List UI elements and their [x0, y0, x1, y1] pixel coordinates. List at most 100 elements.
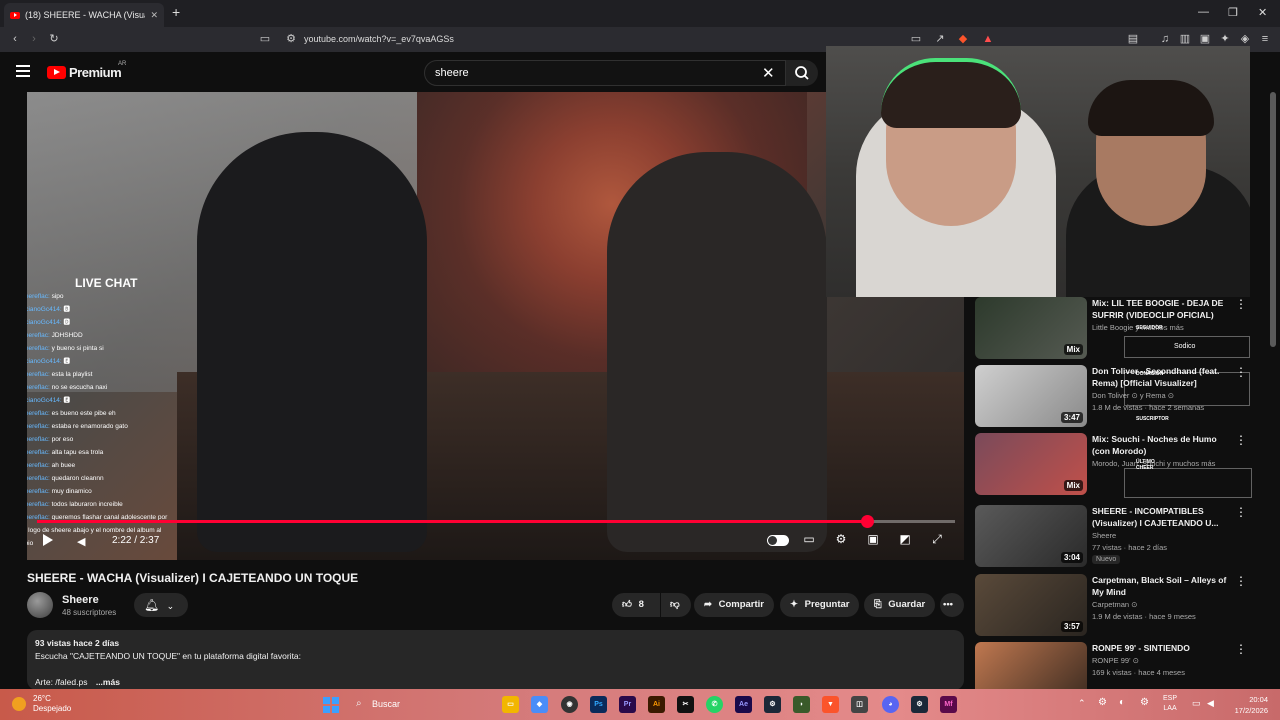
more-options-icon[interactable]: ⋮: [1235, 574, 1247, 588]
whatsapp-icon[interactable]: ✆: [706, 696, 723, 713]
hamburger-menu-icon[interactable]: [16, 65, 30, 77]
page-scrollbar[interactable]: [1270, 92, 1276, 347]
more-options-icon[interactable]: ⋮: [1235, 297, 1247, 311]
cast-icon[interactable]: ▭: [908, 31, 924, 47]
channel-name[interactable]: Sheere: [62, 594, 99, 606]
steam-icon[interactable]: ⚙: [911, 696, 928, 713]
progress-bar[interactable]: [37, 515, 955, 528]
more-options-icon[interactable]: ⋮: [1235, 642, 1247, 656]
illustrator-icon[interactable]: Ai: [648, 696, 665, 713]
reload-icon[interactable]: ↻: [46, 31, 62, 47]
recommendation-thumbnail[interactable]: 3:47: [975, 365, 1087, 427]
fullscreen-icon[interactable]: ⤢: [928, 532, 946, 548]
capcut-icon[interactable]: ✂: [677, 696, 694, 713]
tab-close-icon[interactable]: ✕: [150, 10, 158, 21]
bookmark-icon[interactable]: ▭: [257, 31, 273, 47]
search-input[interactable]: sheere: [424, 60, 786, 86]
browser-tab[interactable]: (18) SHEERE - WACHA (Visualize ✕: [4, 3, 164, 27]
recommendation-channel[interactable]: Carpetman ⊙: [1092, 600, 1257, 609]
sidebar-toggle-icon[interactable]: ▥: [1177, 31, 1193, 47]
video-player[interactable]: LIVE CHAT sheereflac: sipoLucianoGc414: …: [27, 92, 964, 560]
window-close-button[interactable]: ✕: [1258, 6, 1267, 19]
recommendation-channel[interactable]: Morodo, Juan, Souchi y muchos más: [1092, 459, 1257, 468]
vpn-icon[interactable]: ◈: [1237, 31, 1253, 47]
play-icon[interactable]: [43, 534, 53, 546]
recommendation-title[interactable]: Mix: Souchi - Noches de Humo (con Morodo…: [1092, 433, 1232, 457]
channel-avatar[interactable]: [27, 592, 53, 618]
more-options-icon[interactable]: ⋮: [1235, 505, 1247, 519]
recommendation-thumbnail[interactable]: 3:04: [975, 505, 1087, 567]
like-button[interactable]: 👍︎ 8: [612, 593, 660, 617]
steam-icon[interactable]: ⚙: [764, 696, 781, 713]
more-options-icon[interactable]: ⋮: [1235, 433, 1247, 447]
new-tab-button[interactable]: +: [172, 4, 180, 20]
share-button[interactable]: ➦ Compartir: [694, 593, 775, 617]
recommendation-title[interactable]: RONPE 99' - SINTIENDO: [1092, 642, 1232, 654]
volume-icon[interactable]: ◀: [77, 535, 89, 548]
tray-app-icon[interactable]: ◐: [1119, 697, 1125, 708]
description-box[interactable]: 93 vistas hace 2 días Escucha "CAJETEAND…: [27, 630, 964, 690]
save-button[interactable]: ⎘ Guardar: [864, 593, 936, 617]
minimize-button[interactable]: —: [1198, 6, 1209, 18]
copilot-icon[interactable]: ◆: [531, 696, 548, 713]
app-icon[interactable]: ◫: [851, 696, 868, 713]
recommendation-item[interactable]: 3:57 Carpetman, Black Soil – Alleys of My…: [975, 574, 1265, 644]
premiere-icon[interactable]: Pr: [619, 696, 636, 713]
clear-search-icon[interactable]: ✕: [762, 64, 775, 82]
restore-button[interactable]: ❐: [1228, 6, 1238, 19]
subtitles-icon[interactable]: ▭: [800, 532, 818, 548]
progress-scrubber[interactable]: [860, 515, 874, 528]
tray-chevron-icon[interactable]: ⌃: [1078, 698, 1086, 709]
recommendation-title[interactable]: Mix: LIL TEE BOOGIE - DEJA DE SUFRIR (VI…: [1092, 297, 1232, 321]
chrome-icon[interactable]: ◉: [561, 696, 578, 713]
clock[interactable]: 20:04 17/2/2026: [1218, 694, 1268, 716]
recommendation-thumbnail[interactable]: Mix: [975, 433, 1087, 495]
app-icon[interactable]: ◗: [793, 696, 810, 713]
recommendation-item[interactable]: 3:04 SHEERE - INCOMPATIBLES (Visualizer) …: [975, 505, 1265, 575]
autoplay-toggle[interactable]: [767, 535, 789, 546]
site-info-icon[interactable]: ⚙: [283, 31, 299, 47]
recommendation-title[interactable]: SHEERE - INCOMPATIBLES (Visualizer) I CA…: [1092, 505, 1232, 529]
search-button[interactable]: [786, 60, 818, 86]
after-effects-icon[interactable]: Ae: [735, 696, 752, 713]
recommendation-channel[interactable]: RONPE 99' ⊙: [1092, 656, 1257, 665]
ask-button[interactable]: ✦ Preguntar: [780, 593, 860, 617]
volume-tray-icon[interactable]: ◀: [1207, 698, 1214, 709]
photoshop-icon[interactable]: Ps: [590, 696, 607, 713]
dislike-button[interactable]: 👎︎: [661, 593, 691, 617]
more-actions-button[interactable]: •••: [940, 593, 964, 617]
tray-app-icon[interactable]: ⚙: [1140, 697, 1149, 708]
settings-icon[interactable]: ⚙: [832, 532, 850, 548]
reader-icon[interactable]: ▤: [1125, 31, 1141, 47]
brave-shield-icon[interactable]: ◆: [955, 31, 971, 47]
windows-start-icon[interactable]: [323, 697, 339, 713]
recommendation-channel[interactable]: Little Boogie y muchos más: [1092, 323, 1257, 332]
recommendation-item[interactable]: RONPE 99' - SINTIENDO RONPE 99' ⊙ 169 k vi…: [975, 642, 1265, 689]
notification-bell-button[interactable]: 🔔︎ ⌄: [134, 593, 188, 617]
weather-widget[interactable]: 26°C Despejado: [33, 694, 71, 714]
brave-rewards-icon[interactable]: ▲: [980, 31, 996, 47]
miniplayer-icon[interactable]: ▣: [864, 532, 882, 548]
file-explorer-icon[interactable]: ▭: [502, 696, 519, 713]
network-icon[interactable]: ▭: [1192, 698, 1201, 709]
forward-icon[interactable]: ›: [26, 31, 42, 47]
wallet-icon[interactable]: ▣: [1197, 31, 1213, 47]
recommendation-thumbnail[interactable]: 3:57: [975, 574, 1087, 636]
recommendation-title[interactable]: Carpetman, Black Soil – Alleys of My Min…: [1092, 574, 1232, 598]
cast-video-icon[interactable]: ◩: [896, 532, 914, 548]
leo-ai-icon[interactable]: ✦: [1217, 31, 1233, 47]
recommendation-thumbnail[interactable]: Mix: [975, 297, 1087, 359]
discord-icon[interactable]: ◕: [882, 696, 899, 713]
share-page-icon[interactable]: ↗: [932, 31, 948, 47]
music-icon[interactable]: ♫: [1157, 31, 1173, 47]
youtube-premium-logo[interactable]: Premium: [47, 65, 122, 80]
brave-icon[interactable]: ▼: [822, 696, 839, 713]
recommendation-channel[interactable]: Sheere: [1092, 531, 1257, 540]
taskbar-search[interactable]: Buscar: [350, 693, 490, 716]
adobe-app-icon[interactable]: Mf: [940, 696, 957, 713]
back-icon[interactable]: ‹: [7, 31, 23, 47]
browser-menu-icon[interactable]: ≡: [1257, 31, 1273, 47]
tray-app-icon[interactable]: ⚙: [1098, 697, 1107, 708]
description-more-link[interactable]: ...más: [96, 677, 120, 687]
recommendation-thumbnail[interactable]: [975, 642, 1087, 689]
